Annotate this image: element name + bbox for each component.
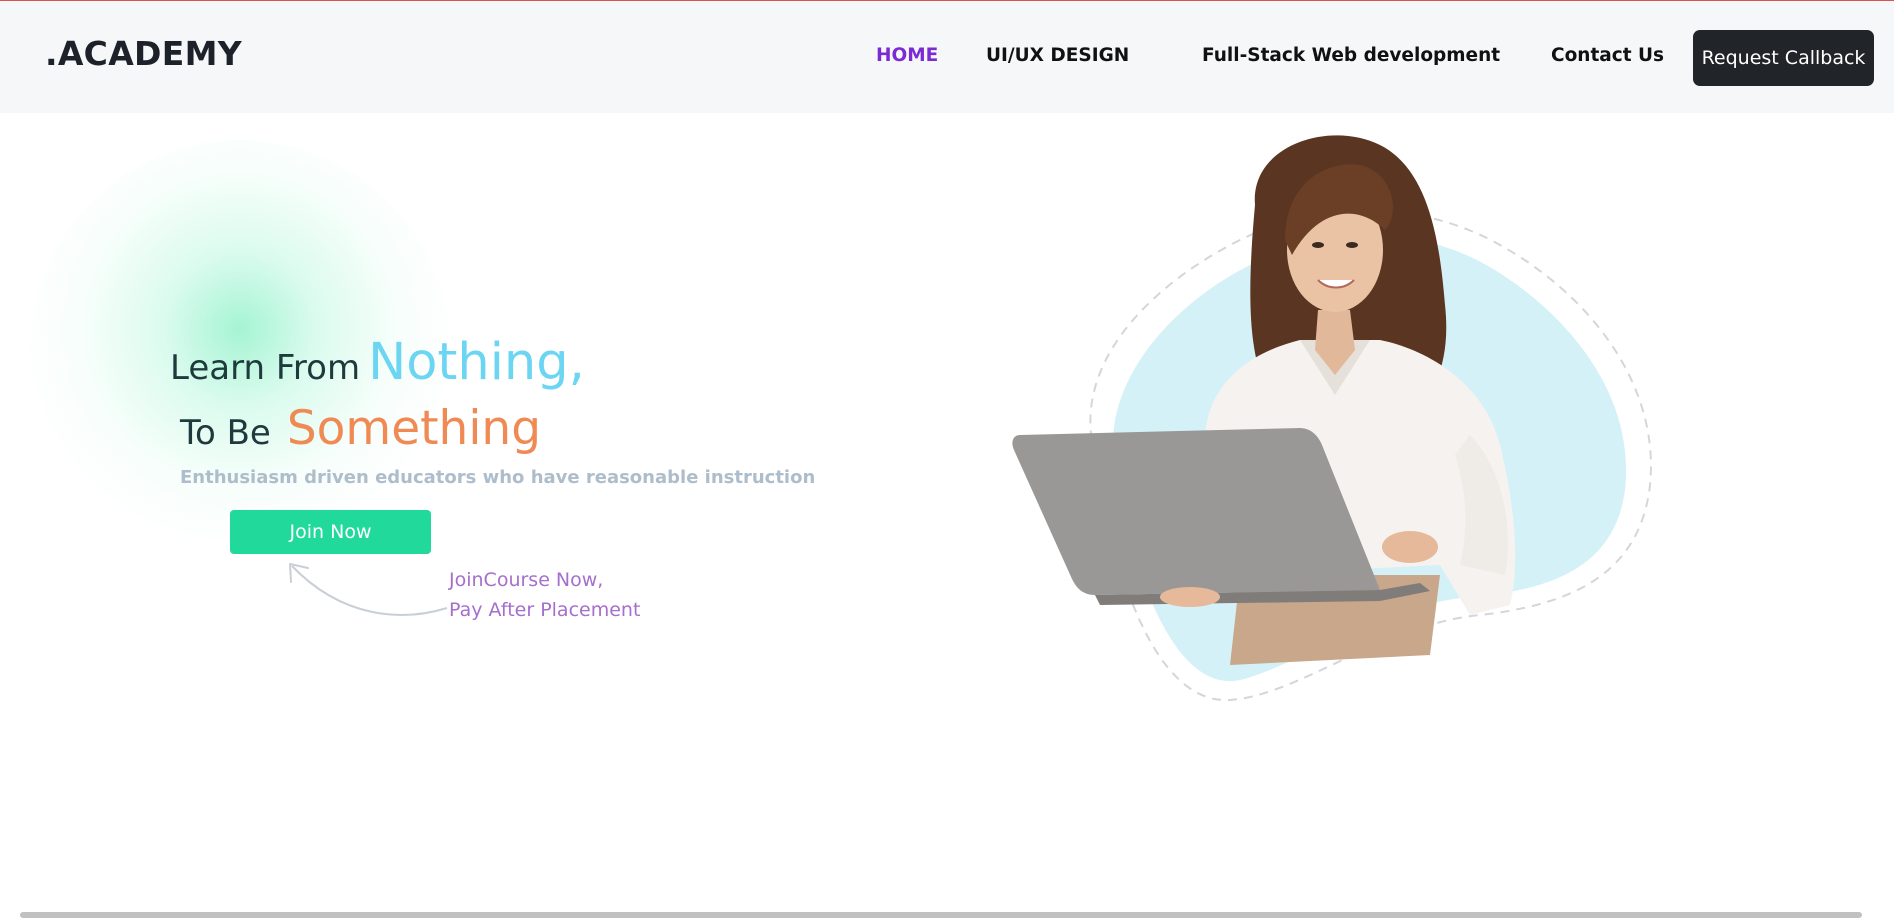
hero-illustration-woman-with-laptop xyxy=(1012,135,1652,702)
curved-arrow-icon xyxy=(289,563,448,616)
headline-prefix-to-be: To Be xyxy=(180,413,271,453)
join-now-button[interactable]: Join Now xyxy=(230,510,431,554)
headline-prefix-learn-from: Learn From xyxy=(170,348,361,388)
headline-highlight-nothing: Nothing, xyxy=(368,333,585,392)
nav-link-home[interactable]: HOME xyxy=(876,45,938,66)
horizontal-scrollbar[interactable] xyxy=(20,912,1862,918)
request-callback-button[interactable]: Request Callback xyxy=(1693,30,1874,86)
nav-link-contact-us[interactable]: Contact Us xyxy=(1551,45,1664,66)
join-note-line-1: JoinCourse Now, xyxy=(449,569,604,591)
headline-highlight-something: Something xyxy=(286,401,542,456)
brand-logo[interactable]: .ACADEMY xyxy=(45,34,242,73)
nav-link-uiux-design[interactable]: UI/UX DESIGN xyxy=(986,45,1129,66)
hero-tagline: Enthusiasm driven educators who have rea… xyxy=(180,467,816,488)
laptop xyxy=(1012,428,1380,595)
hero-headline-line-2: To Be Something xyxy=(180,401,541,456)
hero-headline-line-1: Learn From Nothing, xyxy=(170,333,585,392)
nav-link-full-stack[interactable]: Full-Stack Web development xyxy=(1202,45,1500,66)
hand-left xyxy=(1160,587,1220,607)
navbar: .ACADEMY HOME UI/UX DESIGN Full-Stack We… xyxy=(0,1,1894,113)
hand-right xyxy=(1382,531,1438,563)
join-note-line-2: Pay After Placement xyxy=(449,599,641,621)
